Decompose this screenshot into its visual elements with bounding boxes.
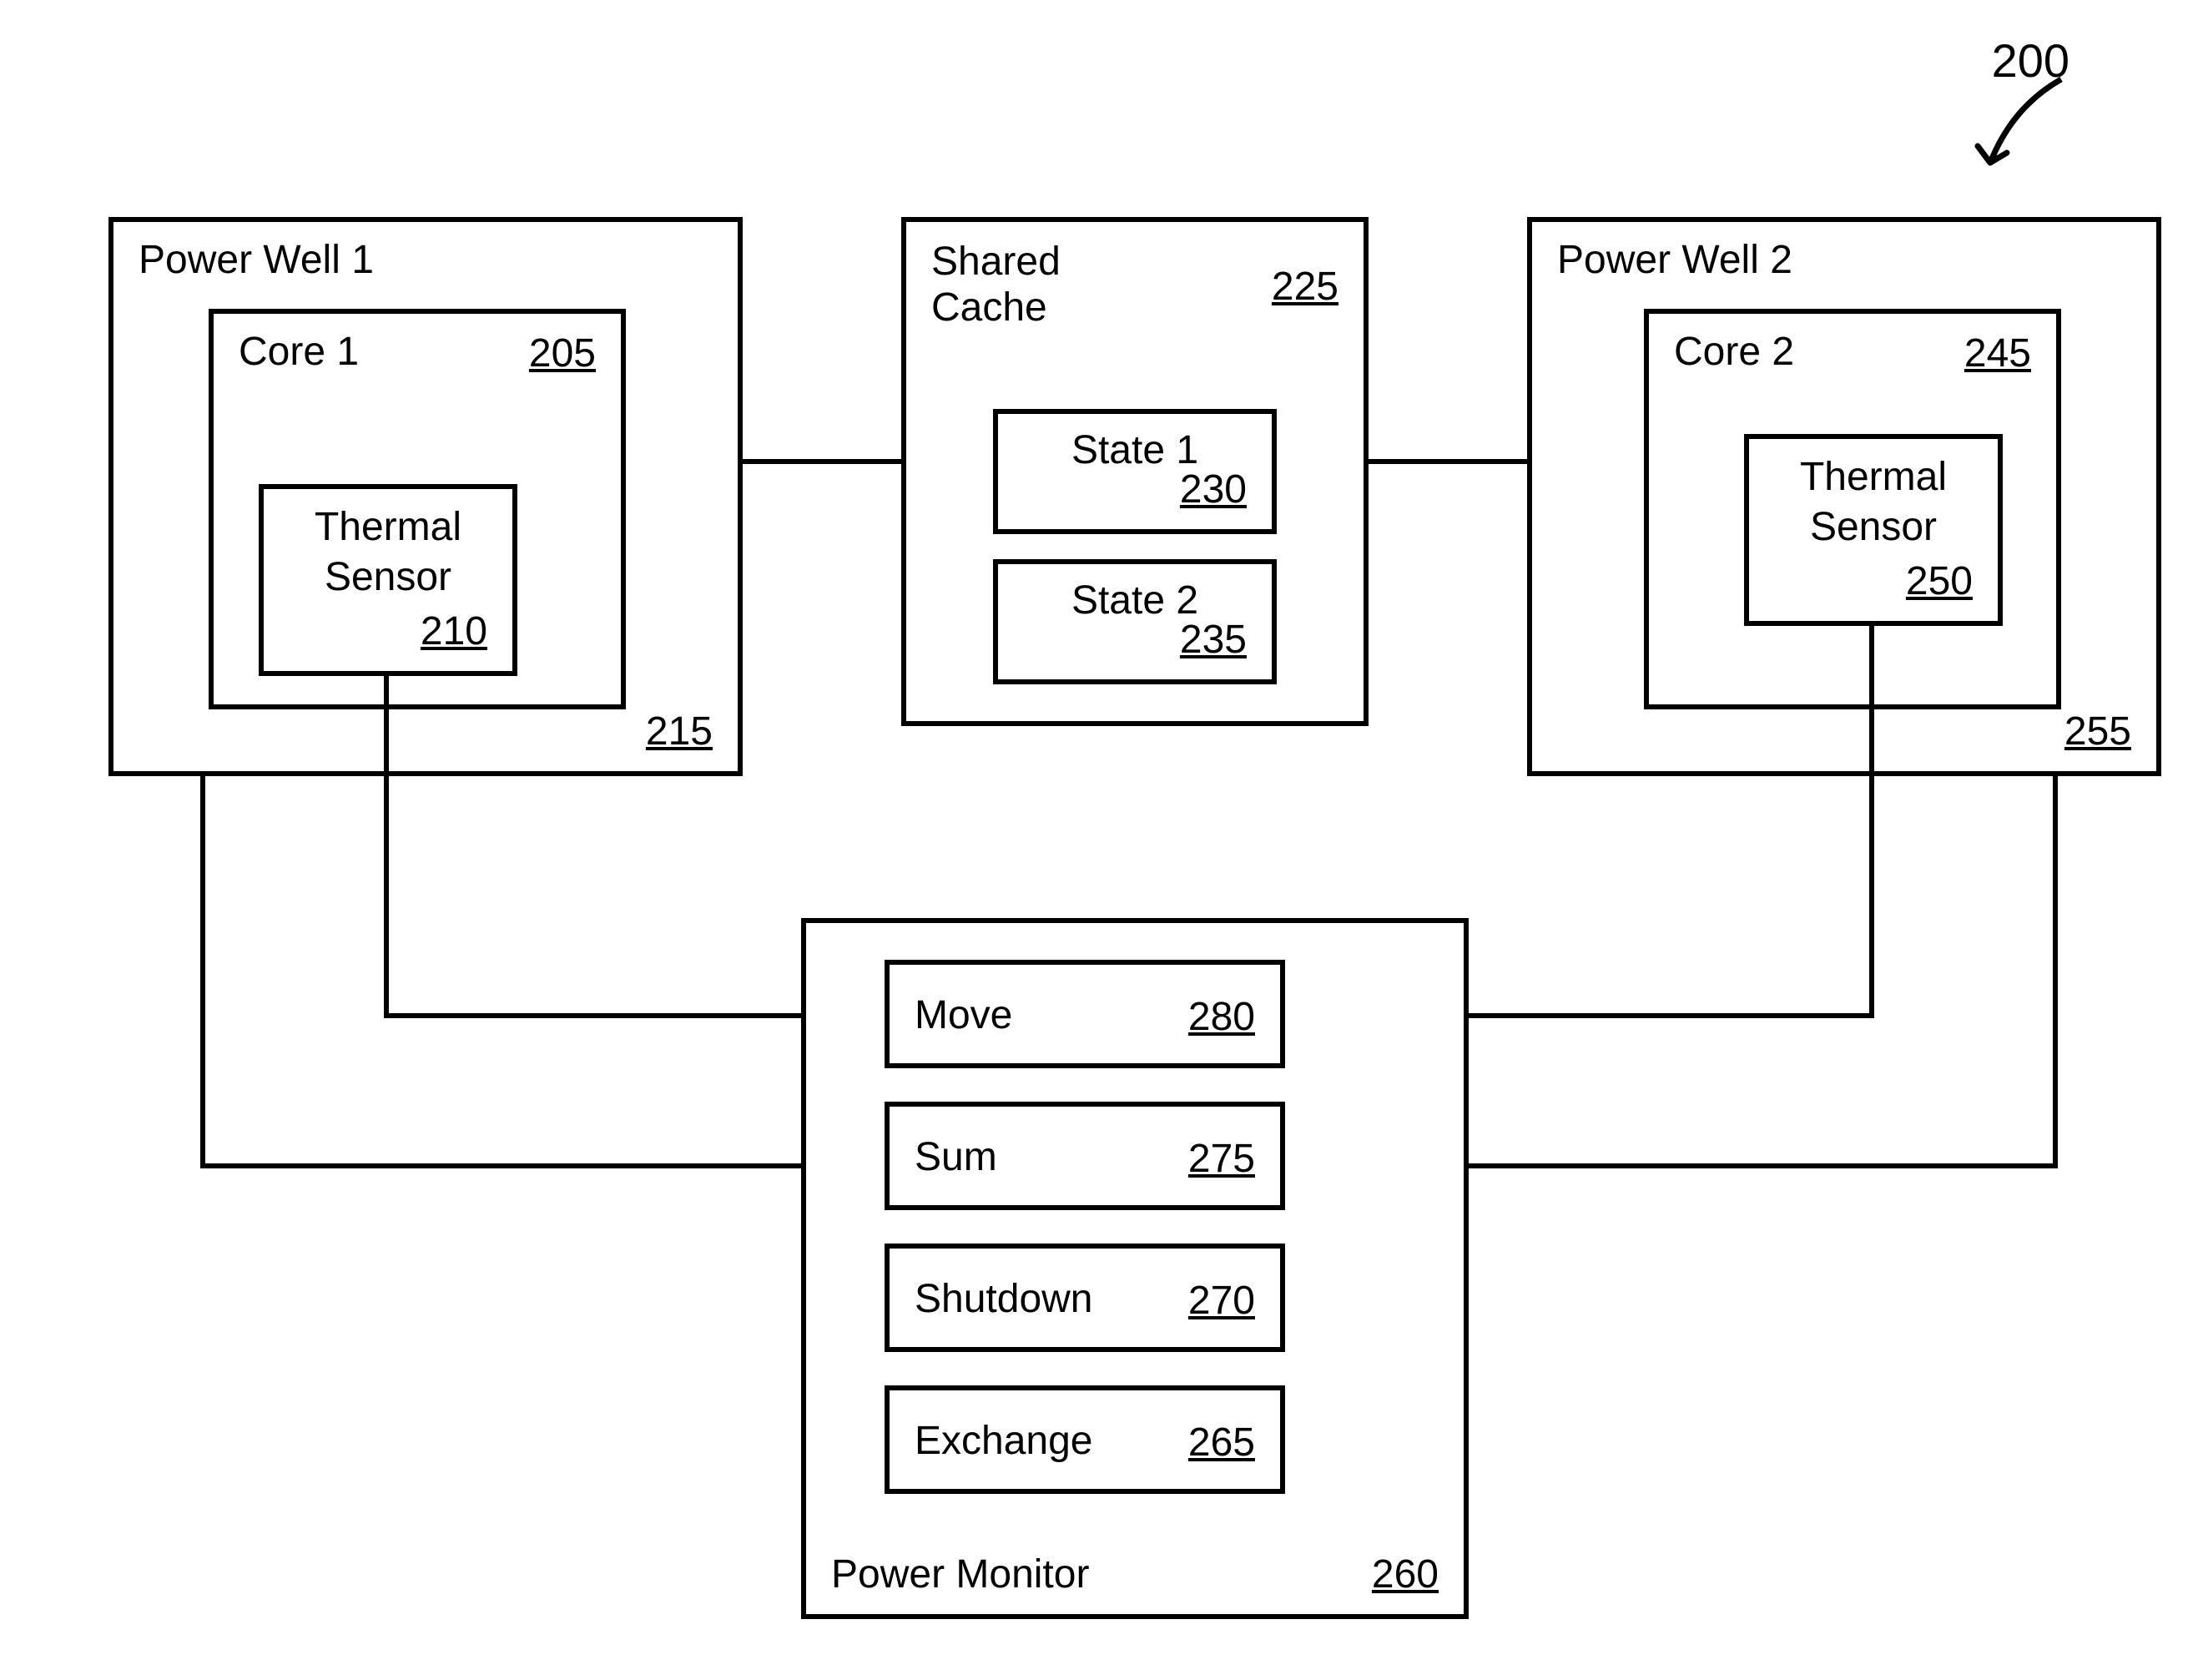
connector-pw1-pm-h bbox=[200, 1163, 801, 1168]
shared-cache-line1: Shared bbox=[931, 240, 1061, 284]
state-2-ref: 235 bbox=[1180, 617, 1247, 663]
core-2-label: Core 2 bbox=[1674, 330, 1794, 375]
connector-pw1-pm-v bbox=[200, 776, 205, 1168]
state-1: State 1 230 bbox=[993, 409, 1277, 534]
thermal-sensor-1: Thermal Sensor 210 bbox=[259, 484, 517, 676]
shared-cache-line2: Cache bbox=[931, 285, 1047, 330]
state-2: State 2 235 bbox=[993, 559, 1277, 684]
connector-cache-pw2 bbox=[1369, 459, 1527, 464]
exchange-label: Exchange bbox=[915, 1420, 1093, 1464]
power-well-2-label: Power Well 2 bbox=[1557, 239, 1792, 283]
thermal-sensor-2-line1: Thermal bbox=[1749, 456, 1998, 500]
core-2-ref: 245 bbox=[1964, 330, 2031, 376]
connector-ts2-pm-h bbox=[1469, 1013, 1874, 1018]
core-1-label: Core 1 bbox=[239, 330, 359, 375]
power-well-2-ref: 255 bbox=[2064, 709, 2131, 754]
sum-label: Sum bbox=[915, 1136, 997, 1180]
core-1-ref: 205 bbox=[529, 330, 596, 376]
sum-ref: 275 bbox=[1188, 1136, 1255, 1182]
thermal-sensor-1-ref: 210 bbox=[421, 608, 487, 654]
shared-cache-ref: 225 bbox=[1272, 264, 1338, 310]
connector-ts1-pm-h bbox=[384, 1013, 801, 1018]
connector-ts1-pm-v bbox=[384, 676, 389, 1018]
power-monitor-ref: 260 bbox=[1372, 1551, 1439, 1597]
connector-pw1-cache bbox=[743, 459, 901, 464]
diagram-canvas: 200 Power Well 1 215 Core 1 205 Thermal … bbox=[0, 0, 2203, 1680]
connector-ts2-pm-v bbox=[1869, 626, 1874, 1018]
shutdown-ref: 270 bbox=[1188, 1278, 1255, 1324]
move-ref: 280 bbox=[1188, 994, 1255, 1040]
move-box: Move 280 bbox=[885, 960, 1285, 1068]
shared-cache-label: Shared Cache bbox=[931, 239, 1061, 330]
connector-pw2-pm-v bbox=[2053, 776, 2058, 1168]
thermal-sensor-2-line2: Sensor bbox=[1749, 506, 1998, 550]
power-well-1-ref: 215 bbox=[646, 709, 713, 754]
connector-pw2-pm-h bbox=[1469, 1163, 2058, 1168]
thermal-sensor-2: Thermal Sensor 250 bbox=[1744, 434, 2003, 626]
move-label: Move bbox=[915, 994, 1012, 1038]
shutdown-label: Shutdown bbox=[915, 1278, 1093, 1322]
exchange-ref: 265 bbox=[1188, 1420, 1255, 1466]
shutdown-box: Shutdown 270 bbox=[885, 1244, 1285, 1352]
thermal-sensor-2-ref: 250 bbox=[1906, 558, 1973, 604]
sum-box: Sum 275 bbox=[885, 1102, 1285, 1210]
state-1-ref: 230 bbox=[1180, 467, 1247, 512]
exchange-box: Exchange 265 bbox=[885, 1385, 1285, 1494]
power-monitor-label: Power Monitor bbox=[831, 1551, 1089, 1597]
power-well-1-label: Power Well 1 bbox=[139, 239, 374, 283]
figure-arrow bbox=[1965, 71, 2082, 188]
thermal-sensor-1-line1: Thermal bbox=[264, 506, 512, 550]
thermal-sensor-1-line2: Sensor bbox=[264, 556, 512, 600]
